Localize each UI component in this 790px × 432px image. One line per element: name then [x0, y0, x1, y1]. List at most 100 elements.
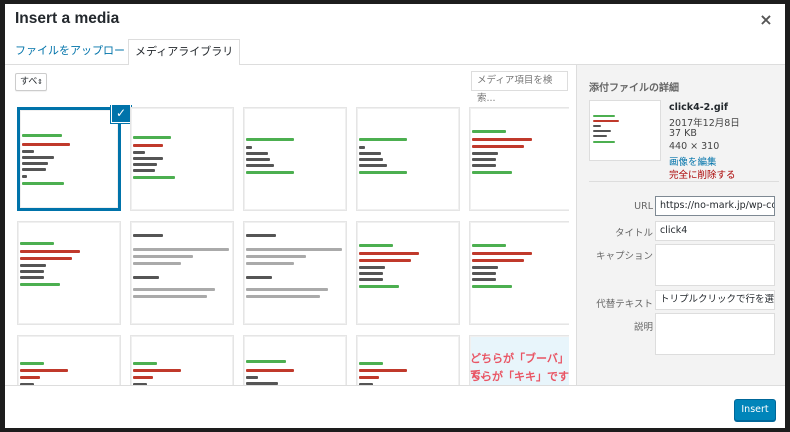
code-line: [133, 157, 163, 160]
tab-upload-files[interactable]: ファイルをアップロード: [9, 39, 142, 66]
attachment-thumbnail[interactable]: [356, 221, 460, 325]
edit-image-link[interactable]: 画像を編集: [669, 154, 717, 168]
text-line: [133, 234, 163, 237]
insert-button[interactable]: Insert: [734, 399, 776, 421]
code-line: [359, 278, 383, 281]
caption-field[interactable]: [655, 244, 775, 286]
checkmark-icon[interactable]: ✓: [111, 105, 131, 123]
attachment-thumbnail[interactable]: [469, 221, 569, 325]
attachment-thumbnail[interactable]: [469, 107, 569, 211]
code-line: [133, 136, 171, 139]
attachment-grid: ✓ どちらが「ブーバ」で、 ちらが「キキ」です: [13, 105, 569, 385]
code-line: [22, 168, 46, 171]
code-line: [133, 176, 175, 179]
modal-header: Insert a media ×: [5, 4, 785, 40]
code-line: [20, 376, 40, 379]
caption-label: キャプション: [595, 251, 653, 262]
code-line: [472, 252, 532, 255]
attachment-thumbnail[interactable]: [243, 335, 347, 385]
attachment-thumbnail[interactable]: [243, 221, 347, 325]
code-line: [359, 158, 383, 161]
text-line: [246, 276, 272, 279]
code-line: [133, 362, 157, 365]
attachment-thumbnail[interactable]: [130, 221, 234, 325]
text-line: [246, 255, 306, 258]
code-line: [472, 152, 498, 155]
alt-text-label: 代替テキスト: [596, 299, 653, 310]
code-line: [20, 264, 46, 267]
code-line: [20, 369, 68, 372]
code-line: [472, 171, 512, 174]
attachment-thumbnail[interactable]: [356, 335, 460, 385]
code-line: [246, 369, 294, 372]
image-dimensions: 440 × 310: [669, 141, 720, 152]
code-line: [246, 138, 294, 141]
code-line: [359, 244, 393, 247]
attachment-thumbnail[interactable]: [130, 335, 234, 385]
code-line: [22, 162, 48, 165]
code-line: [22, 150, 34, 153]
code-line: [20, 250, 80, 253]
code-line: [133, 169, 155, 172]
select-arrows-icon: ⇕: [37, 78, 43, 86]
code-line: [359, 272, 383, 275]
text-line: [133, 248, 229, 251]
media-browser: すべ ⇕ メディア項目を検索... ✓ どちらが「ブーバ」で、 ちらが「キキ」で…: [5, 65, 576, 385]
code-line: [359, 138, 407, 141]
attachment-preview: [589, 100, 661, 161]
attachment-thumbnail[interactable]: [243, 107, 347, 211]
filter-value: すべ: [20, 77, 38, 87]
description-label: 説明: [633, 322, 653, 333]
alt-text-field[interactable]: トリプルクリックで行を選択: [655, 290, 775, 310]
text-line: [246, 262, 294, 265]
code-line: [472, 285, 512, 288]
title-field[interactable]: click4: [655, 221, 775, 241]
code-line: [246, 164, 274, 167]
code-line: [246, 360, 286, 363]
attachment-thumbnail[interactable]: [17, 335, 121, 385]
code-line: [20, 362, 44, 365]
code-line: [359, 266, 385, 269]
code-line: [359, 259, 411, 262]
title-label: タイトル: [614, 228, 653, 239]
tab-bar: ファイルをアップロード メディアライブラリ: [5, 37, 785, 66]
code-line: [359, 164, 387, 167]
text-line: [246, 234, 276, 237]
attachment-thumbnail[interactable]: [17, 107, 121, 211]
code-line: [472, 164, 496, 167]
code-line: [359, 171, 407, 174]
search-input[interactable]: メディア項目を検索...: [471, 71, 568, 104]
code-line: [359, 152, 381, 155]
code-line: [22, 182, 64, 185]
code-line: [472, 130, 506, 133]
text-line: [133, 288, 215, 291]
code-line: [22, 156, 54, 159]
media-type-filter[interactable]: すべ ⇕: [15, 73, 47, 91]
code-line: [359, 285, 399, 288]
url-field[interactable]: https://no-mark.jp/wp-cont: [655, 196, 775, 216]
text-line: [133, 262, 181, 265]
attachment-thumbnail[interactable]: [130, 107, 234, 211]
code-line: [593, 125, 601, 127]
text-line: [246, 288, 328, 291]
code-line: [359, 362, 383, 365]
modal-toolbar: Insert: [5, 385, 785, 428]
code-line: [472, 272, 496, 275]
tab-media-library[interactable]: メディアライブラリ: [128, 39, 241, 66]
code-line: [20, 283, 60, 286]
code-line: [593, 135, 607, 137]
code-line: [133, 376, 153, 379]
attachment-thumbnail[interactable]: [356, 107, 460, 211]
close-icon[interactable]: ×: [757, 11, 775, 29]
text-line: [133, 276, 159, 279]
upload-date: 2017年12月8日: [669, 118, 740, 129]
attachment-thumbnail[interactable]: どちらが「ブーバ」で、 ちらが「キキ」ですか: [469, 335, 569, 385]
code-line: [593, 120, 619, 122]
code-line: [20, 276, 44, 279]
attachment-thumbnail[interactable]: [17, 221, 121, 325]
file-size: 37 KB: [669, 128, 697, 139]
code-line: [22, 143, 70, 146]
description-field[interactable]: [655, 313, 775, 355]
delete-permanently-link[interactable]: 完全に削除する: [669, 167, 736, 181]
code-line: [246, 171, 294, 174]
